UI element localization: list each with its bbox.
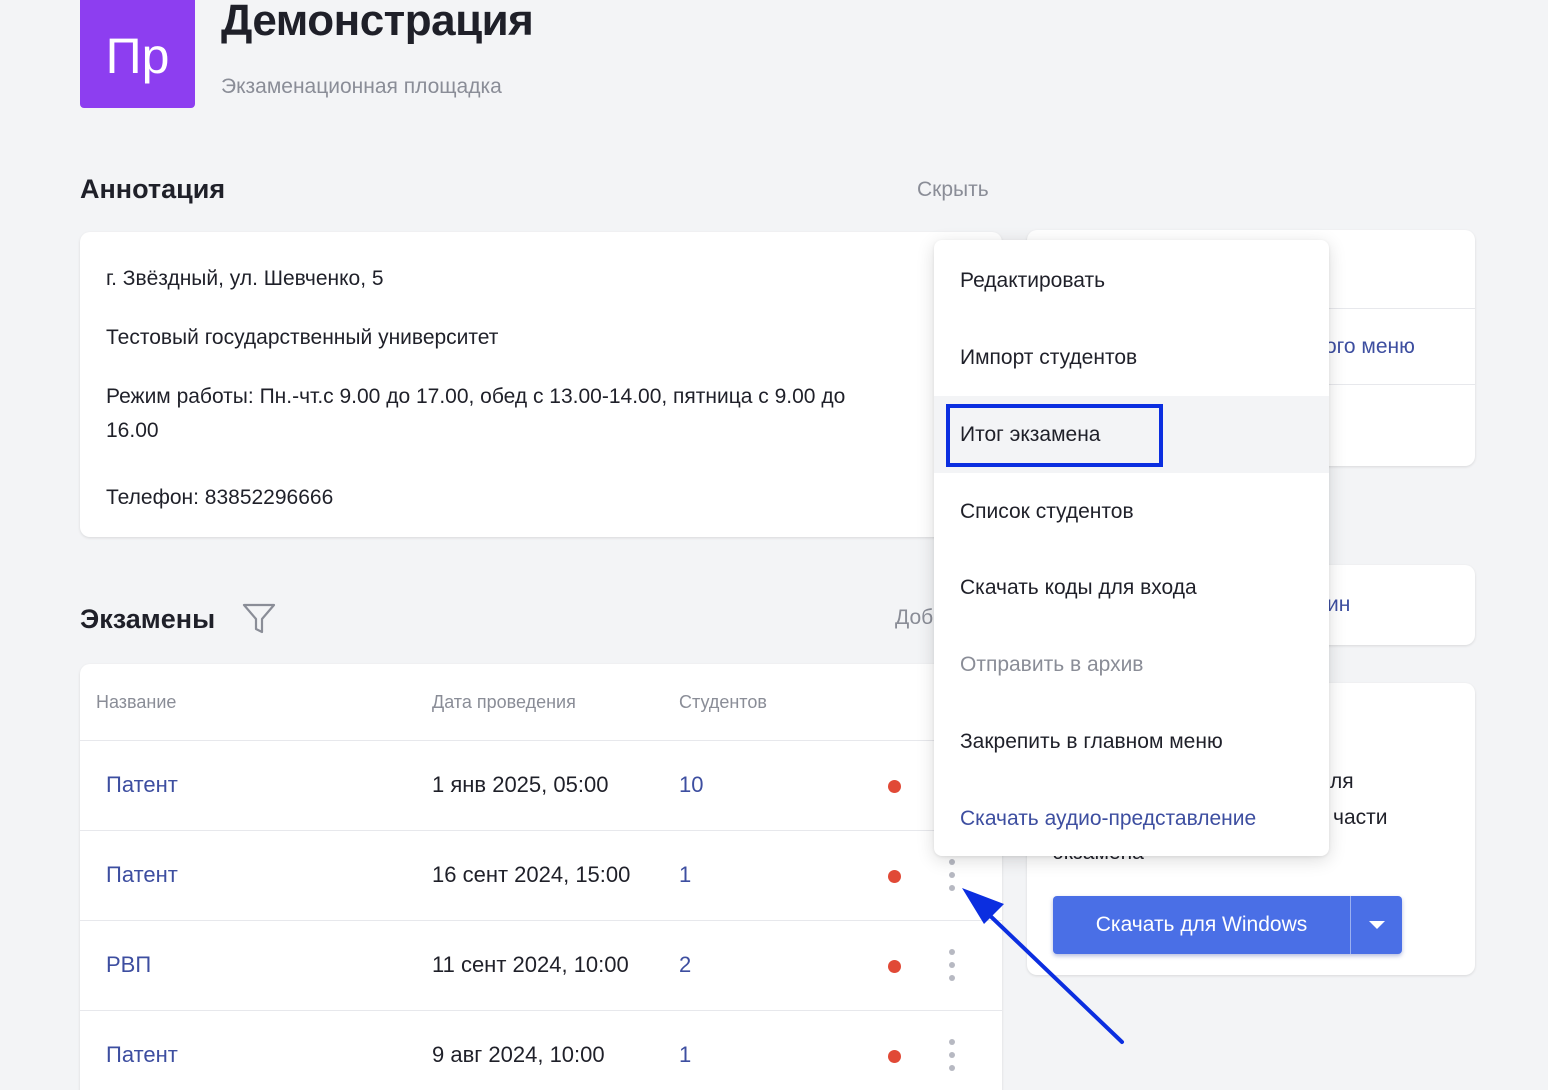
menu-item-pin-main-menu[interactable]: Закрепить в главном меню <box>934 703 1329 780</box>
hide-annotation-link[interactable]: Скрыть <box>917 178 989 202</box>
add-exam-link[interactable]: Доб <box>895 606 933 630</box>
menu-item-edit[interactable]: Редактировать <box>934 242 1329 319</box>
filter-icon[interactable] <box>241 602 277 636</box>
column-header-date: Дата проведения <box>432 692 576 712</box>
exam-students-count[interactable]: 1 <box>679 862 691 888</box>
table-row[interactable]: Патент 9 авг 2024, 10:00 1 <box>80 1010 1002 1090</box>
download-windows-split-button: Скачать для Windows <box>1053 896 1402 954</box>
table-row[interactable]: Патент 16 сент 2024, 15:00 1 <box>80 830 1002 920</box>
annotation-card: г. Звёздный, ул. Шевченко, 5 Тестовый го… <box>80 232 1002 537</box>
menu-item-download-audio[interactable]: Скачать аудио-представление <box>934 780 1329 857</box>
exam-context-menu: Редактировать Импорт студентов Итог экза… <box>934 240 1329 856</box>
exam-date: 9 авг 2024, 10:00 <box>432 1042 605 1067</box>
menu-item-archive[interactable]: Отправить в архив <box>934 626 1329 703</box>
column-header-students: Студентов <box>679 692 767 712</box>
annotation-heading: Аннотация <box>80 174 226 204</box>
pinned-menu-link[interactable]: ого меню <box>1325 335 1415 359</box>
more-vertical-icon[interactable] <box>942 1039 962 1073</box>
exam-students-count[interactable]: 1 <box>679 1042 691 1068</box>
exam-date: 16 сент 2024, 15:00 <box>432 862 631 887</box>
menu-item-download-codes[interactable]: Скачать коды для входа <box>934 549 1329 626</box>
exams-table: Название Дата проведения Студентов Патен… <box>80 664 1002 1090</box>
more-vertical-icon[interactable] <box>942 949 962 983</box>
download-desc-line2: части <box>1333 806 1388 829</box>
status-dot <box>888 870 901 883</box>
admin-link[interactable]: ин <box>1327 593 1350 617</box>
exam-students-count[interactable]: 2 <box>679 952 691 978</box>
status-dot <box>888 1050 901 1063</box>
more-vertical-icon[interactable] <box>942 859 962 893</box>
annotation-hours: Режим работы: Пн.-чт.с 9.00 до 17.00, об… <box>106 385 846 408</box>
download-desc-line1: ля <box>1330 770 1354 793</box>
exam-date: 1 янв 2025, 05:00 <box>432 772 609 797</box>
annotation-address: г. Звёздный, ул. Шевченко, 5 <box>106 267 384 290</box>
exam-date: 11 сент 2024, 10:00 <box>432 952 629 977</box>
exam-students-count[interactable]: 10 <box>679 772 703 798</box>
table-row[interactable]: Патент 1 янв 2025, 05:00 10 <box>80 740 1002 830</box>
annotation-university: Тестовый государственный университет <box>106 326 499 349</box>
column-header-name: Название <box>96 692 177 712</box>
page-title: Демонстрация <box>221 0 534 45</box>
menu-item-import-students[interactable]: Импорт студентов <box>934 319 1329 396</box>
exam-name-link[interactable]: Патент <box>106 862 178 888</box>
exams-heading: Экзамены <box>80 604 216 634</box>
menu-item-student-list[interactable]: Список студентов <box>934 473 1329 550</box>
page-subtitle: Экзаменационная площадка <box>221 75 502 98</box>
annotation-phone: Телефон: 83852296666 <box>106 486 334 509</box>
annotation-highlight-box <box>946 404 1163 467</box>
caret-down-icon[interactable] <box>1351 896 1402 954</box>
table-row[interactable]: РВП 11 сент 2024, 10:00 2 <box>80 920 1002 1010</box>
status-dot <box>888 960 901 973</box>
org-avatar: Пр <box>80 0 195 108</box>
status-dot <box>888 780 901 793</box>
annotation-hours-continued: 16.00 <box>106 419 159 442</box>
exam-name-link[interactable]: РВП <box>106 952 151 978</box>
exam-name-link[interactable]: Патент <box>106 1042 178 1068</box>
exam-name-link[interactable]: Патент <box>106 772 178 798</box>
download-windows-button[interactable]: Скачать для Windows <box>1053 896 1350 954</box>
